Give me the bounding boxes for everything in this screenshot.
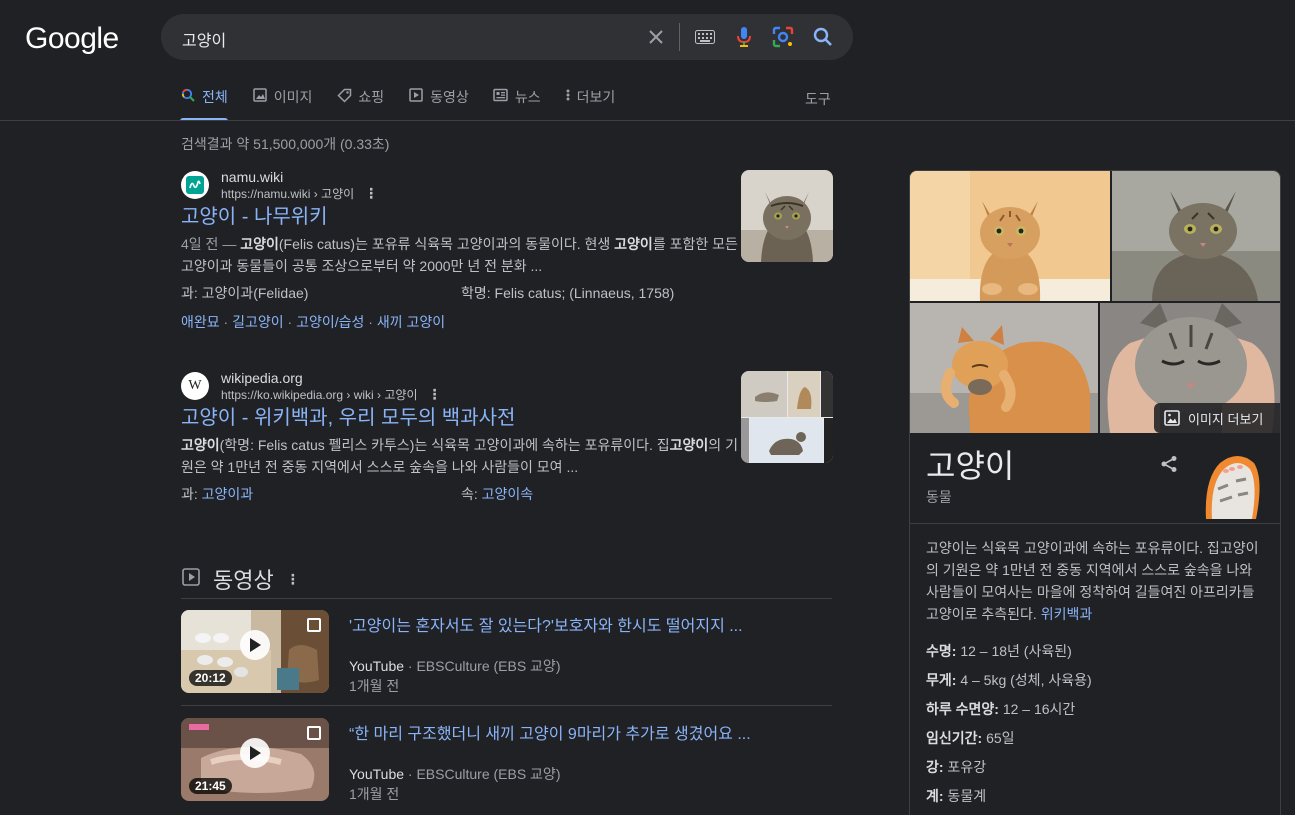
- tab-label: 동영상: [430, 89, 469, 105]
- fact-link[interactable]: 고양이과: [202, 486, 254, 502]
- tab-news[interactable]: 뉴스: [493, 87, 541, 121]
- video-item[interactable]: 20:12 '고양이는 혼자서도 잘 있는다?'보호자와 한시도 떨어지지 ..…: [181, 610, 832, 695]
- more-vert-icon: [565, 87, 571, 103]
- result-title[interactable]: 고양이 - 위키백과, 우리 모두의 백과사전: [181, 405, 741, 431]
- video-meta: YouTube · EBSCulture (EBS 교양): [349, 766, 561, 782]
- tab-images[interactable]: 이미지: [252, 87, 313, 121]
- fact-link[interactable]: 고양이속: [482, 486, 534, 502]
- google-logo[interactable]: Google: [25, 22, 119, 56]
- play-icon[interactable]: [240, 630, 270, 660]
- tab-more[interactable]: 더보기: [565, 87, 616, 121]
- result-snippet: 4일 전 — 고양이(Felis catus)는 포유류 식육목 고양이과의 동…: [181, 236, 738, 274]
- more-vert-icon[interactable]: ⋮: [364, 185, 378, 202]
- tab-label: 전체: [202, 89, 228, 105]
- more-vert-icon[interactable]: ⋮: [428, 386, 442, 403]
- kp-fact: 무게: 4 – 5kg (성체, 사육용): [926, 672, 1092, 688]
- result-facts: 과: 고양이과(Felidae) 학명: Felis catus; (Linna…: [181, 285, 675, 301]
- video-thumbnail[interactable]: 20:12: [181, 610, 329, 693]
- search-result: W wikipedia.org https://ko.wikipedia.org…: [181, 369, 741, 504]
- result-thumbnail[interactable]: [741, 371, 833, 463]
- sitelink[interactable]: 길고양이: [232, 314, 284, 330]
- tab-label: 더보기: [576, 89, 616, 105]
- news-icon: [493, 87, 509, 103]
- search-icon: [180, 87, 196, 103]
- tab-all[interactable]: 전체: [180, 87, 228, 121]
- kp-image[interactable]: [1112, 171, 1280, 301]
- search-input[interactable]: 고양이: [182, 27, 226, 51]
- sitelinks: 애완묘 · 길고양이 · 고양이/습성 · 새끼 고양이: [181, 314, 446, 330]
- sitelink[interactable]: 고양이/습성: [296, 314, 364, 330]
- play-icon[interactable]: [240, 738, 270, 768]
- tab-videos[interactable]: 동영상: [408, 87, 469, 121]
- result-stats: 검색결과 약 51,500,000개 (0.33초): [181, 136, 390, 152]
- video-age: 1개월 전: [349, 786, 400, 802]
- image-icon: [1164, 410, 1180, 426]
- kp-subtitle: 동물: [926, 489, 952, 505]
- kp-fact: 강: 포유강: [926, 759, 987, 775]
- tag-icon: [336, 87, 352, 103]
- video-title[interactable]: “한 마리 구조했더니 새끼 고양이 9마리가 추가로 생겼어요 ...: [349, 720, 751, 744]
- video-item[interactable]: 21:45 “한 마리 구조했더니 새끼 고양이 9마리가 추가로 생겼어요 .…: [181, 718, 832, 803]
- search-icon[interactable]: [811, 25, 835, 49]
- more-vert-icon[interactable]: ⋮: [286, 571, 300, 588]
- videos-heading: 동영상: [213, 568, 274, 593]
- clear-icon[interactable]: [644, 25, 668, 49]
- video-divider: [181, 598, 832, 599]
- wikipedia-favicon-icon: W: [181, 372, 209, 400]
- video-icon: [408, 87, 424, 103]
- knowledge-panel: 이미지 더보기 고양이 동물 고양이는 식육목 고양이과에 속하는 포유류이다.…: [909, 170, 1281, 815]
- lens-icon[interactable]: [771, 25, 795, 49]
- site-url: https://ko.wikipedia.org › wiki › 고양이 ⋮: [221, 385, 442, 403]
- sitelink[interactable]: 새끼 고양이: [377, 314, 445, 330]
- kp-fact: 수명: 12 – 18년 (사육된): [926, 643, 1072, 659]
- video-thumbnail[interactable]: 21:45: [181, 718, 329, 801]
- result-site[interactable]: namu.wiki https://namu.wiki › 고양이 ⋮: [181, 168, 741, 202]
- share-icon[interactable]: [1160, 455, 1178, 478]
- video-duration: 21:45: [189, 778, 232, 794]
- keyboard-icon[interactable]: [693, 25, 717, 49]
- kp-fact: 임신기간: 65일: [926, 730, 1015, 746]
- video-title[interactable]: '고양이는 혼자서도 잘 있는다?'보호자와 한시도 떨어지지 ...: [349, 612, 743, 636]
- site-name: wikipedia.org: [221, 369, 303, 386]
- search-box[interactable]: 고양이: [161, 14, 853, 60]
- tab-label: 쇼핑: [358, 89, 385, 105]
- search-tabs: 전체 이미지 쇼핑 동영상 뉴스 더보기: [180, 87, 639, 121]
- tools-button[interactable]: 도구: [805, 89, 831, 109]
- result-site[interactable]: W wikipedia.org https://ko.wikipedia.org…: [181, 369, 741, 403]
- wikipedia-link[interactable]: 위키백과: [1041, 606, 1093, 622]
- tab-label: 뉴스: [514, 89, 541, 105]
- result-facts: 과: 고양이과 속: 고양이속: [181, 486, 534, 502]
- expand-icon[interactable]: [307, 726, 321, 740]
- kp-fact: 계: 동물계: [926, 788, 987, 804]
- tab-label: 이미지: [273, 89, 313, 105]
- namu-wiki-favicon-icon: [181, 171, 209, 199]
- kp-image[interactable]: [910, 171, 1110, 301]
- kp-divider: [910, 523, 1280, 524]
- search-result: namu.wiki https://namu.wiki › 고양이 ⋮ 고양이 -…: [181, 168, 741, 332]
- cat-paw-illustration-icon: [1198, 449, 1262, 519]
- video-icon: [181, 567, 201, 592]
- microphone-icon[interactable]: [732, 25, 756, 49]
- video-divider: [181, 705, 832, 706]
- more-images-button[interactable]: 이미지 더보기: [1154, 403, 1280, 433]
- result-thumbnail[interactable]: [741, 170, 833, 262]
- expand-icon[interactable]: [307, 618, 321, 632]
- sitelink[interactable]: 애완묘: [181, 314, 220, 330]
- tabs-divider: [0, 120, 1295, 121]
- video-age: 1개월 전: [349, 678, 400, 694]
- result-snippet: 고양이(학명: Felis catus 펠리스 카투스)는 식육목 고양이과에 …: [181, 437, 738, 475]
- search-divider: [679, 23, 680, 51]
- kp-title: 고양이: [926, 448, 1015, 484]
- site-name: namu.wiki: [221, 168, 284, 185]
- image-icon: [252, 87, 268, 103]
- kp-fact: 하루 수면양: 12 – 16시간: [926, 701, 1076, 717]
- kp-image[interactable]: [910, 303, 1098, 433]
- video-meta: YouTube · EBSCulture (EBS 교양): [349, 658, 561, 674]
- site-url: https://namu.wiki › 고양이 ⋮: [221, 184, 379, 202]
- videos-section-header: 동영상 ⋮: [181, 563, 300, 595]
- result-title[interactable]: 고양이 - 나무위키: [181, 204, 741, 230]
- tab-shopping[interactable]: 쇼핑: [336, 87, 384, 121]
- kp-description: 고양이는 식육목 고양이과에 속하는 포유류이다. 집고양이의 기원은 약 1만…: [926, 540, 1259, 622]
- video-duration: 20:12: [189, 670, 232, 686]
